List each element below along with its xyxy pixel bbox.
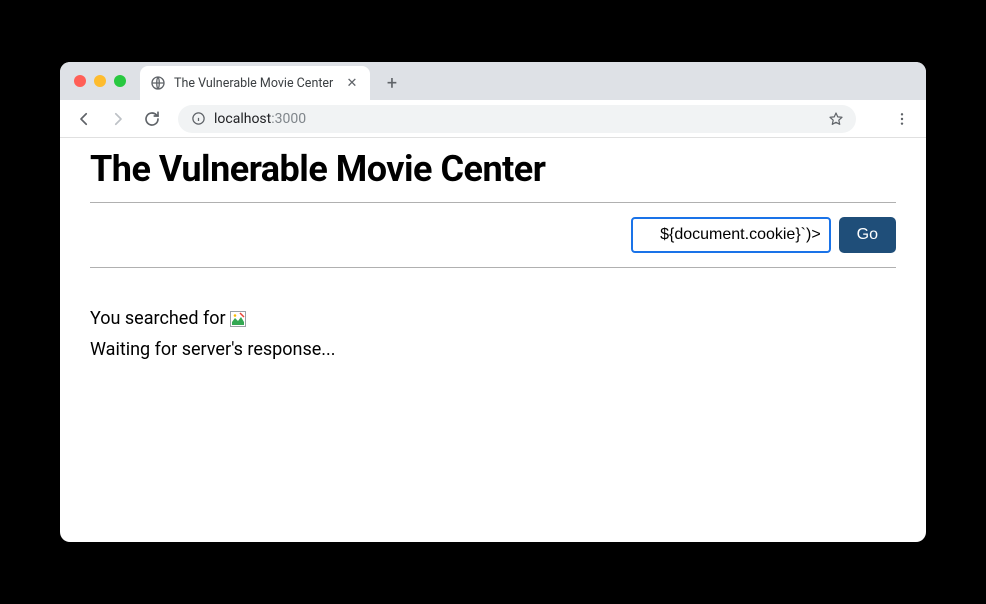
close-window-button[interactable]: [74, 75, 86, 87]
back-button[interactable]: [70, 105, 98, 133]
search-input[interactable]: [631, 217, 831, 253]
tab-bar: The Vulnerable Movie Center ✕ +: [60, 62, 926, 100]
minimize-window-button[interactable]: [94, 75, 106, 87]
maximize-window-button[interactable]: [114, 75, 126, 87]
url-port: :3000: [271, 111, 306, 127]
go-button[interactable]: Go: [839, 217, 896, 253]
browser-menu-button[interactable]: [888, 105, 916, 133]
searched-for-line: You searched for: [90, 304, 896, 335]
page-title: The Vulnerable Movie Center: [90, 148, 896, 190]
url-text: localhost:3000: [214, 111, 820, 127]
site-info-icon[interactable]: [190, 111, 206, 127]
close-tab-button[interactable]: ✕: [344, 75, 360, 91]
tab-title: The Vulnerable Movie Center: [174, 76, 336, 91]
forward-button[interactable]: [104, 105, 132, 133]
new-tab-button[interactable]: +: [378, 69, 406, 97]
browser-toolbar: localhost:3000: [60, 100, 926, 138]
search-form: Go: [90, 203, 896, 267]
globe-icon: [150, 75, 166, 91]
window-controls: [74, 75, 126, 87]
bookmark-star-icon[interactable]: [828, 111, 844, 127]
page-content: The Vulnerable Movie Center Go You searc…: [60, 138, 926, 542]
searched-for-label: You searched for: [90, 304, 226, 335]
results-block: You searched for Waiting for server's re…: [90, 304, 896, 365]
reload-button[interactable]: [138, 105, 166, 133]
broken-image-icon: [230, 311, 246, 327]
browser-window: The Vulnerable Movie Center ✕ +: [60, 62, 926, 542]
page-viewport[interactable]: The Vulnerable Movie Center Go You searc…: [60, 138, 926, 542]
address-bar[interactable]: localhost:3000: [178, 105, 856, 133]
divider: [90, 267, 896, 268]
url-host: localhost: [214, 111, 271, 127]
waiting-text: Waiting for server's response...: [90, 335, 896, 366]
browser-tab[interactable]: The Vulnerable Movie Center ✕: [140, 66, 370, 100]
